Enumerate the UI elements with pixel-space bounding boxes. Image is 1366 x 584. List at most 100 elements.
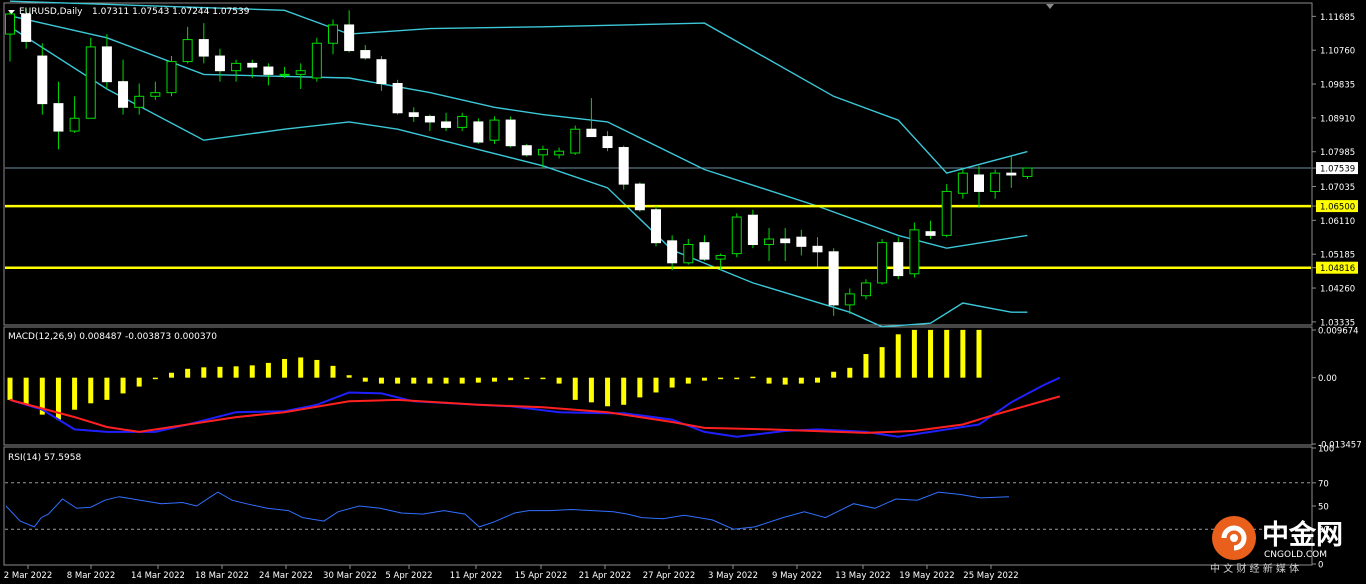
logo-tagline: 中 文 财 经 新 媒 体 [1210,562,1299,575]
macd-bar-18 [298,357,304,378]
candle-body [586,128,597,138]
price-scale-label-11: 1.04260 [1320,285,1355,295]
candle-body [860,282,871,297]
date-label-5: 30 Mar 2022 [323,571,377,581]
candle-body [877,242,888,284]
candle-45 [731,213,742,258]
price-scale-label-10: 1.04816 [1320,264,1355,274]
candle-body [198,39,209,57]
macd-bar-36 [588,377,594,403]
price-scale-label-8: 1.06110 [1320,217,1355,227]
date-label-3: 18 Mar 2022 [195,571,249,581]
candle-body [521,145,532,156]
candle-40 [651,206,661,247]
candle-body [634,183,645,211]
candle-body [101,46,112,83]
candle-body [764,238,775,246]
macd-bar-17 [282,358,288,378]
candle-body [505,119,516,147]
candle-body [85,46,96,119]
macd-bar-21 [346,375,352,378]
candle-body [925,231,936,236]
candle-body [1022,167,1033,177]
date-label-9: 21 Apr 2022 [579,571,632,581]
candle-body [974,174,984,192]
price-scale-label-5: 1.07539 [1320,165,1355,175]
date-label-1: 8 Mar 2022 [67,571,115,581]
macd-bar-7 [120,377,126,394]
macd-label: MACD(12,26,9) 0.008487 -0.003873 0.00037… [8,332,217,342]
macd-bar-28 [459,377,465,384]
cngold-logo: 中金网 CNGOLD.COM 中 文 财 经 新 媒 体 [1210,516,1343,575]
macd-bar-50 [815,377,820,383]
candle-body [828,251,839,306]
candle-35 [570,125,581,155]
macd-bar-32 [524,377,530,380]
macd-bar-25 [411,377,417,384]
candle-29 [473,118,484,144]
candle-body [667,240,678,264]
macd-bar-45 [734,377,740,380]
candle-body [328,24,338,44]
candle-body [812,245,823,253]
macd-scale-label-0: 0.009674 [1318,327,1359,337]
candle-body [909,229,920,275]
rsi-scale-label-0: 100 [1318,445,1334,455]
candle-body [182,39,193,63]
logo-site: CNGOLD.COM [1264,550,1327,560]
macd-bar-39 [637,377,643,398]
candle-55 [893,237,904,280]
candle-body [780,238,791,244]
candle-body [118,81,129,108]
macd-bar-26 [427,377,433,384]
date-label-7: 11 Apr 2022 [450,571,503,581]
macd-bar-22 [362,377,368,382]
macd-bar-16 [265,362,271,378]
macd-bar-42 [685,377,691,384]
candle-body [731,216,742,255]
price-scale-label-4: 1.07985 [1320,148,1355,158]
macd-bar-40 [653,377,659,393]
candle-body [376,59,387,84]
candle-body [957,172,968,194]
macd-bar-57 [928,329,934,378]
candle-31 [505,116,516,148]
candle-body [295,70,306,75]
price-scale-label-2: 1.09835 [1320,81,1355,91]
rsi-scale-label-1: 70 [1318,479,1329,489]
macd-bar-53 [863,354,869,378]
candle-54 [877,239,888,285]
macd-bar-6 [104,377,110,400]
date-label-11: 3 May 2022 [708,571,758,581]
macd-bar-19 [314,359,320,378]
date-label-8: 15 Apr 2022 [515,571,568,581]
candle-body [893,242,904,277]
price-scale-label-7: 1.06500 [1320,203,1355,213]
macd-bar-12 [201,367,207,378]
candle-body [489,119,500,141]
macd-bar-46 [750,376,756,379]
macd-bar-5 [88,377,94,404]
price-scale-label-3: 1.08910 [1320,114,1355,124]
candle-body [5,13,15,35]
macd-bar-29 [475,377,481,383]
macd-bar-48 [782,377,788,385]
macd-bar-24 [395,377,401,384]
date-label-4: 24 Mar 2022 [259,571,313,581]
price-scale-label-0: 1.11685 [1320,13,1355,23]
macd-bar-37 [605,377,611,407]
macd-bar-60 [976,329,982,378]
macd-bar-43 [701,377,707,381]
macd-bar-55 [895,334,901,378]
candle-body [844,293,855,306]
header-symbol: EURUSD,Daily [19,7,83,17]
candle-body [134,95,145,108]
candle-body [37,55,48,105]
candle-19 [311,37,322,82]
candle-46 [747,209,758,249]
candle-32 [521,143,532,157]
macd-bar-31 [508,377,514,381]
candle-body [263,66,274,75]
candle-body [651,209,661,244]
rsi-label: RSI(14) 57.5958 [8,453,81,463]
